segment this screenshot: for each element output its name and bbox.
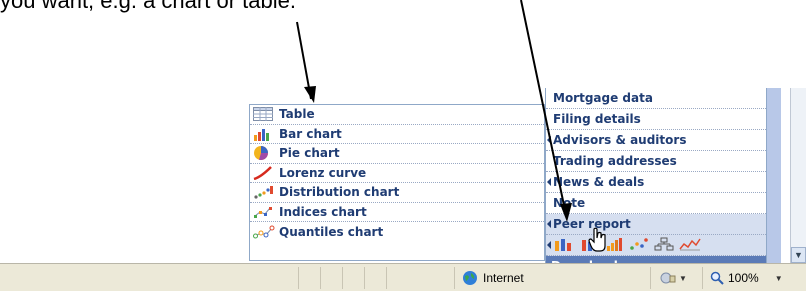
instruction-caption: you want, e.g. a chart or table. <box>0 0 296 13</box>
indices-chart-icon <box>253 204 275 220</box>
menu-item-pie-chart[interactable]: Pie chart <box>250 144 544 164</box>
status-divider <box>298 267 299 289</box>
scroll-down-arrow-icon[interactable]: ▼ <box>791 247 806 263</box>
status-divider <box>342 267 343 289</box>
menu-item-label: Quantiles chart <box>279 224 384 239</box>
expand-arrow-icon <box>547 178 551 186</box>
status-divider <box>454 267 455 289</box>
menu-item-label: Table <box>279 107 315 122</box>
chevron-down-icon: ▼ <box>774 273 783 283</box>
magnifier-icon <box>710 271 724 285</box>
status-divider <box>702 267 703 289</box>
status-divider <box>650 267 651 289</box>
hand-pointer-icon <box>588 227 606 252</box>
menu-item-label: Bar chart <box>279 126 342 141</box>
menu-item-note[interactable]: Note <box>546 193 766 214</box>
menu-item-trading-addresses[interactable]: Trading addresses <box>546 151 766 172</box>
menu-item-label: Filing details <box>553 112 641 126</box>
scatter-bar-view-icon[interactable] <box>554 237 576 254</box>
menu-item-table[interactable]: Table <box>250 105 544 125</box>
protected-mode-indicator[interactable]: ▼ <box>660 267 687 289</box>
hierarchy-view-icon[interactable] <box>654 237 674 254</box>
line-chart-view-icon[interactable] <box>679 237 701 254</box>
menu-item-label: News & deals <box>553 175 645 189</box>
menu-item-advisors-auditors[interactable]: Advisors & auditors <box>546 130 766 151</box>
status-divider <box>320 267 321 289</box>
menu-item-label: Mortgage data <box>553 91 653 105</box>
security-zone[interactable]: Internet <box>462 267 524 289</box>
vertical-scrollbar[interactable]: ▼ <box>790 88 806 263</box>
status-divider <box>364 267 365 289</box>
bar-chart-icon <box>253 126 275 142</box>
zoom-control[interactable]: 100% ▼ <box>710 267 783 289</box>
lock-icon <box>660 272 676 284</box>
panel-edge-strip <box>767 88 781 263</box>
expand-arrow-icon <box>547 136 551 144</box>
zone-label: Internet <box>483 271 524 285</box>
menu-item-indices-chart[interactable]: Indices chart <box>250 203 544 222</box>
menu-item-label: Note <box>553 196 586 210</box>
report-sections-menu: Mortgage data Filing details Advisors & … <box>545 88 767 276</box>
table-icon <box>253 106 275 122</box>
menu-item-label: Advisors & auditors <box>553 133 687 147</box>
menu-item-lorenz-curve[interactable]: Lorenz curve <box>250 164 544 183</box>
expand-arrow-icon <box>547 220 551 228</box>
menu-item-label: Distribution chart <box>279 185 400 200</box>
lorenz-curve-icon <box>253 165 275 181</box>
menu-item-news-deals[interactable]: News & deals <box>546 172 766 193</box>
menu-item-label: Trading addresses <box>553 154 677 168</box>
globe-icon <box>463 271 477 285</box>
menu-item-quantiles-chart[interactable]: Quantiles chart <box>250 222 544 242</box>
menu-item-label: Pie chart <box>279 146 340 161</box>
arrow-to-chart-menu <box>296 21 312 100</box>
bar-chart-view-icon[interactable] <box>606 237 624 254</box>
menu-item-peer-report[interactable]: Peer report <box>546 214 766 235</box>
chevron-down-icon: ▼ <box>679 273 687 283</box>
menu-item-filing-details[interactable]: Filing details <box>546 109 766 130</box>
browser-status-bar: Internet ▼ 100% ▼ <box>0 263 806 291</box>
menu-item-distribution-chart[interactable]: Distribution chart <box>250 183 544 203</box>
pie-chart-icon <box>253 145 275 161</box>
menu-item-bar-chart[interactable]: Bar chart <box>250 125 544 144</box>
menu-item-label: Lorenz curve <box>279 165 367 180</box>
quantiles-chart-icon <box>253 224 275 240</box>
distribution-chart-icon <box>253 184 275 200</box>
menu-item-mortgage-data[interactable]: Mortgage data <box>546 88 766 109</box>
scatter-chart-view-icon[interactable] <box>629 237 649 254</box>
arrow-head-chart-menu <box>304 86 316 103</box>
menu-item-label: Indices chart <box>279 204 367 219</box>
status-divider <box>386 267 387 289</box>
peer-report-view-options <box>546 235 766 256</box>
chart-type-menu: Table Bar chart Pie chart Lorenz curve D… <box>249 104 545 261</box>
expand-arrow-icon <box>547 241 551 249</box>
zoom-level: 100% <box>728 271 759 285</box>
